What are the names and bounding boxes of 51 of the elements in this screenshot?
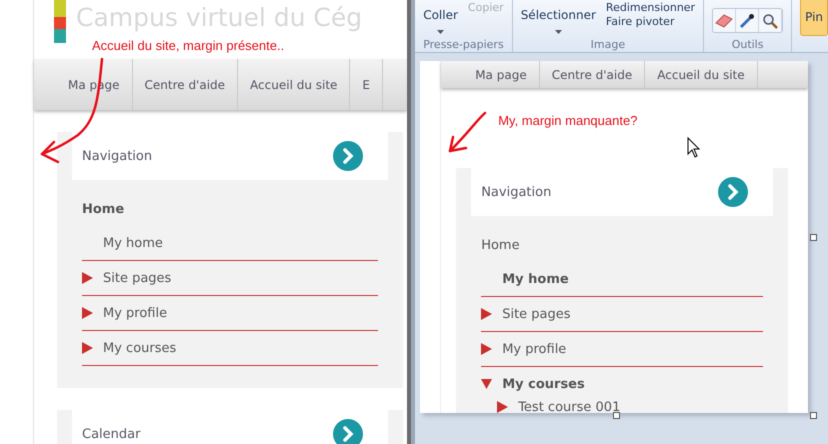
nav-tree-item[interactable]: Home — [82, 202, 124, 216]
mouse-cursor-icon — [688, 136, 700, 158]
ribbon-button[interactable]: Sélectionner — [520, 8, 596, 34]
logo-icon — [54, 0, 66, 43]
nav-menu-item[interactable]: Ma page — [441, 61, 540, 88]
caret-down-icon — [437, 30, 444, 34]
resize-handle[interactable] — [810, 412, 818, 419]
caret-right-icon[interactable] — [82, 272, 93, 284]
nav-menu-item[interactable]: E — [350, 59, 384, 110]
nav-tree-item[interactable]: Test course 001 — [518, 400, 620, 413]
eraser-icon — [715, 14, 734, 28]
chevron-right-icon[interactable] — [718, 177, 748, 207]
nav-menu-item[interactable]: Centre d'aide — [132, 59, 238, 110]
caret-right-icon[interactable] — [82, 342, 93, 354]
ribbon-button[interactable]: Pin — [800, 0, 828, 36]
resize-handle[interactable] — [810, 234, 818, 241]
nav-tree-item[interactable]: My courses — [502, 376, 585, 392]
nav-tree-item[interactable]: Site pages — [502, 306, 571, 322]
nav-tree-item[interactable]: Site pages — [103, 270, 172, 286]
eyedropper-icon — [739, 12, 756, 28]
ribbon-group-label: Image — [590, 38, 626, 52]
annotation-text: Accueil du site, margin présente.. — [92, 38, 284, 53]
block-title: Navigation — [82, 148, 152, 164]
nav-tree-item[interactable]: My profile — [502, 342, 566, 356]
chevron-right-icon[interactable] — [333, 419, 363, 444]
ribbon-button[interactable]: Coller — [423, 8, 458, 34]
nav-tree-item[interactable]: My home — [502, 272, 569, 286]
caret-right-icon[interactable] — [82, 307, 93, 319]
nav-menu-item[interactable]: Accueil du site — [238, 59, 350, 110]
ribbon-button[interactable]: Redimensionner — [606, 1, 696, 14]
nav-tree-item[interactable]: Home — [481, 238, 520, 252]
ribbon-button[interactable]: Faire pivoter — [606, 15, 696, 28]
caret-right-icon[interactable] — [481, 308, 492, 320]
ribbon-group-label: Presse-papiers — [423, 38, 504, 52]
caret-down-icon — [554, 30, 562, 34]
block-title: Navigation — [481, 184, 552, 200]
caret-down-icon[interactable] — [481, 378, 492, 390]
nav-menu-item[interactable]: Centre d'aide — [540, 61, 646, 88]
ribbon-group-label: Outils — [730, 38, 764, 52]
annotation-text: My, margin manquante? — [498, 113, 638, 128]
nav-menu-item[interactable]: Accueil du site — [645, 61, 758, 88]
nav-tree-item[interactable]: My courses — [103, 340, 176, 356]
hand-drawn-arrow — [448, 112, 486, 152]
caret-right-icon[interactable] — [497, 401, 508, 413]
resize-handle[interactable] — [613, 412, 620, 419]
block-title: Calendar — [82, 426, 140, 442]
caret-right-icon[interactable] — [481, 343, 492, 355]
nav-tree-item[interactable]: My home — [103, 236, 163, 250]
chevron-right-icon[interactable] — [333, 141, 363, 171]
search-icon — [762, 12, 778, 28]
nav-tree-item[interactable]: My profile — [103, 306, 168, 320]
